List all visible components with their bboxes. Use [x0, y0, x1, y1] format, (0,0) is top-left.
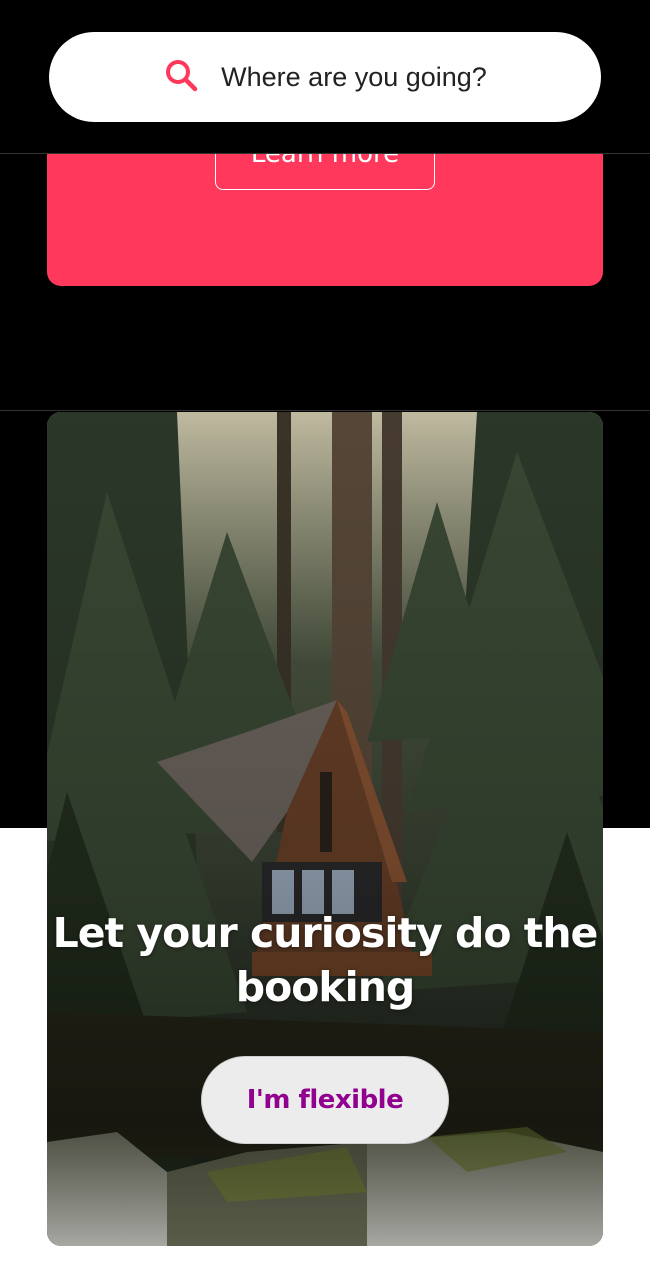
search-bar[interactable]: Where are you going?: [49, 32, 601, 122]
im-flexible-button[interactable]: I'm flexible: [201, 1056, 449, 1144]
hero-title: Let your curiosity do the booking: [52, 909, 599, 1011]
section-divider: [0, 410, 650, 411]
search-placeholder: Where are you going?: [221, 61, 487, 92]
header-divider: [0, 153, 650, 154]
search-icon: [163, 57, 199, 98]
header-bar: Where are you going?: [0, 0, 650, 153]
hero-card: Let your curiosity do the booking I'm fl…: [47, 412, 603, 1246]
